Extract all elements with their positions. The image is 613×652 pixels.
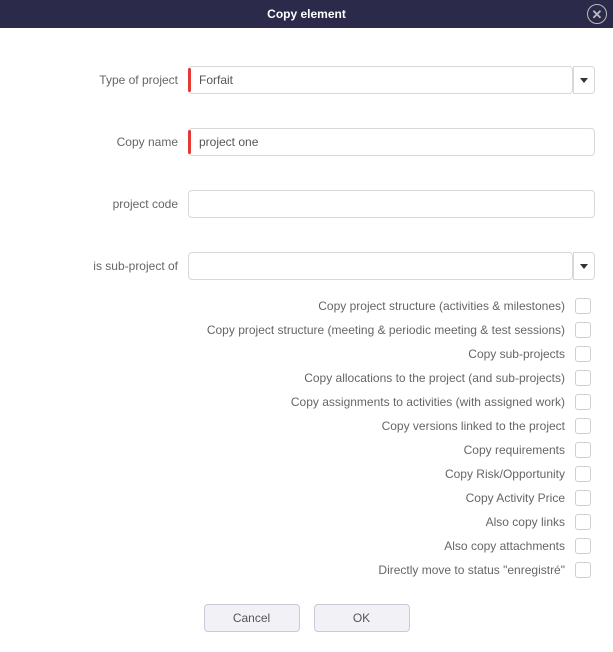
- option-label: Copy sub-projects: [468, 347, 565, 361]
- option-checkbox[interactable]: [575, 370, 591, 386]
- option-row: Copy versions linked to the project: [18, 418, 595, 434]
- option-label: Also copy attachments: [444, 539, 565, 553]
- option-checkbox[interactable]: [575, 418, 591, 434]
- dialog-body: Type of project Copy name project code: [0, 28, 613, 652]
- dialog-title: Copy element: [267, 7, 346, 21]
- dialog-buttons: Cancel OK: [18, 604, 595, 632]
- row-sub-project-of: is sub-project of: [18, 252, 595, 280]
- close-icon: ✕: [592, 8, 603, 21]
- option-checkbox[interactable]: [575, 514, 591, 530]
- label-copy-name: Copy name: [18, 135, 188, 149]
- option-row: Copy allocations to the project (and sub…: [18, 370, 595, 386]
- type-of-project-input[interactable]: [188, 66, 573, 94]
- options-list: Copy project structure (activities & mil…: [18, 298, 595, 578]
- option-checkbox[interactable]: [575, 466, 591, 482]
- option-checkbox[interactable]: [575, 394, 591, 410]
- label-project-code: project code: [18, 197, 188, 211]
- option-label: Copy allocations to the project (and sub…: [304, 371, 565, 385]
- option-label: Copy project structure (meeting & period…: [207, 323, 565, 337]
- option-checkbox[interactable]: [575, 322, 591, 338]
- option-row: Also copy attachments: [18, 538, 595, 554]
- option-label: Copy Risk/Opportunity: [445, 467, 565, 481]
- chevron-down-icon: [580, 78, 588, 83]
- option-row: Also copy links: [18, 514, 595, 530]
- option-checkbox[interactable]: [575, 442, 591, 458]
- option-checkbox[interactable]: [575, 490, 591, 506]
- option-label: Directly move to status "enregistré": [378, 563, 565, 577]
- row-project-code: project code: [18, 190, 595, 218]
- option-label: Also copy links: [486, 515, 565, 529]
- option-row: Copy sub-projects: [18, 346, 595, 362]
- row-type-of-project: Type of project: [18, 66, 595, 94]
- copy-name-input[interactable]: [188, 128, 595, 156]
- required-indicator: [188, 130, 191, 154]
- option-checkbox[interactable]: [575, 298, 591, 314]
- option-row: Copy project structure (meeting & period…: [18, 322, 595, 338]
- required-indicator: [188, 68, 191, 92]
- ok-button[interactable]: OK: [314, 604, 410, 632]
- copy-element-dialog: Copy element ✕ Type of project Copy name: [0, 0, 613, 652]
- row-copy-name: Copy name: [18, 128, 595, 156]
- option-checkbox[interactable]: [575, 562, 591, 578]
- option-row: Copy assignments to activities (with ass…: [18, 394, 595, 410]
- copy-name-field: [188, 128, 595, 156]
- option-row: Copy project structure (activities & mil…: [18, 298, 595, 314]
- option-checkbox[interactable]: [575, 346, 591, 362]
- type-of-project-field: [188, 66, 595, 94]
- option-label: Copy versions linked to the project: [382, 419, 565, 433]
- option-row: Copy requirements: [18, 442, 595, 458]
- option-label: Copy requirements: [464, 443, 565, 457]
- chevron-down-icon: [580, 264, 588, 269]
- option-label: Copy Activity Price: [466, 491, 565, 505]
- sub-project-of-field: [188, 252, 595, 280]
- dialog-titlebar: Copy element ✕: [0, 0, 613, 28]
- option-row: Copy Risk/Opportunity: [18, 466, 595, 482]
- option-label: Copy assignments to activities (with ass…: [291, 395, 565, 409]
- label-sub-project-of: is sub-project of: [18, 259, 188, 273]
- cancel-button[interactable]: Cancel: [204, 604, 300, 632]
- sub-project-of-input[interactable]: [188, 252, 573, 280]
- close-button[interactable]: ✕: [587, 4, 607, 24]
- option-label: Copy project structure (activities & mil…: [318, 299, 565, 313]
- label-type-of-project: Type of project: [18, 73, 188, 87]
- option-row: Directly move to status "enregistré": [18, 562, 595, 578]
- option-checkbox[interactable]: [575, 538, 591, 554]
- type-of-project-dropdown-button[interactable]: [573, 66, 595, 94]
- option-row: Copy Activity Price: [18, 490, 595, 506]
- project-code-input[interactable]: [188, 190, 595, 218]
- project-code-field: [188, 190, 595, 218]
- sub-project-of-dropdown-button[interactable]: [573, 252, 595, 280]
